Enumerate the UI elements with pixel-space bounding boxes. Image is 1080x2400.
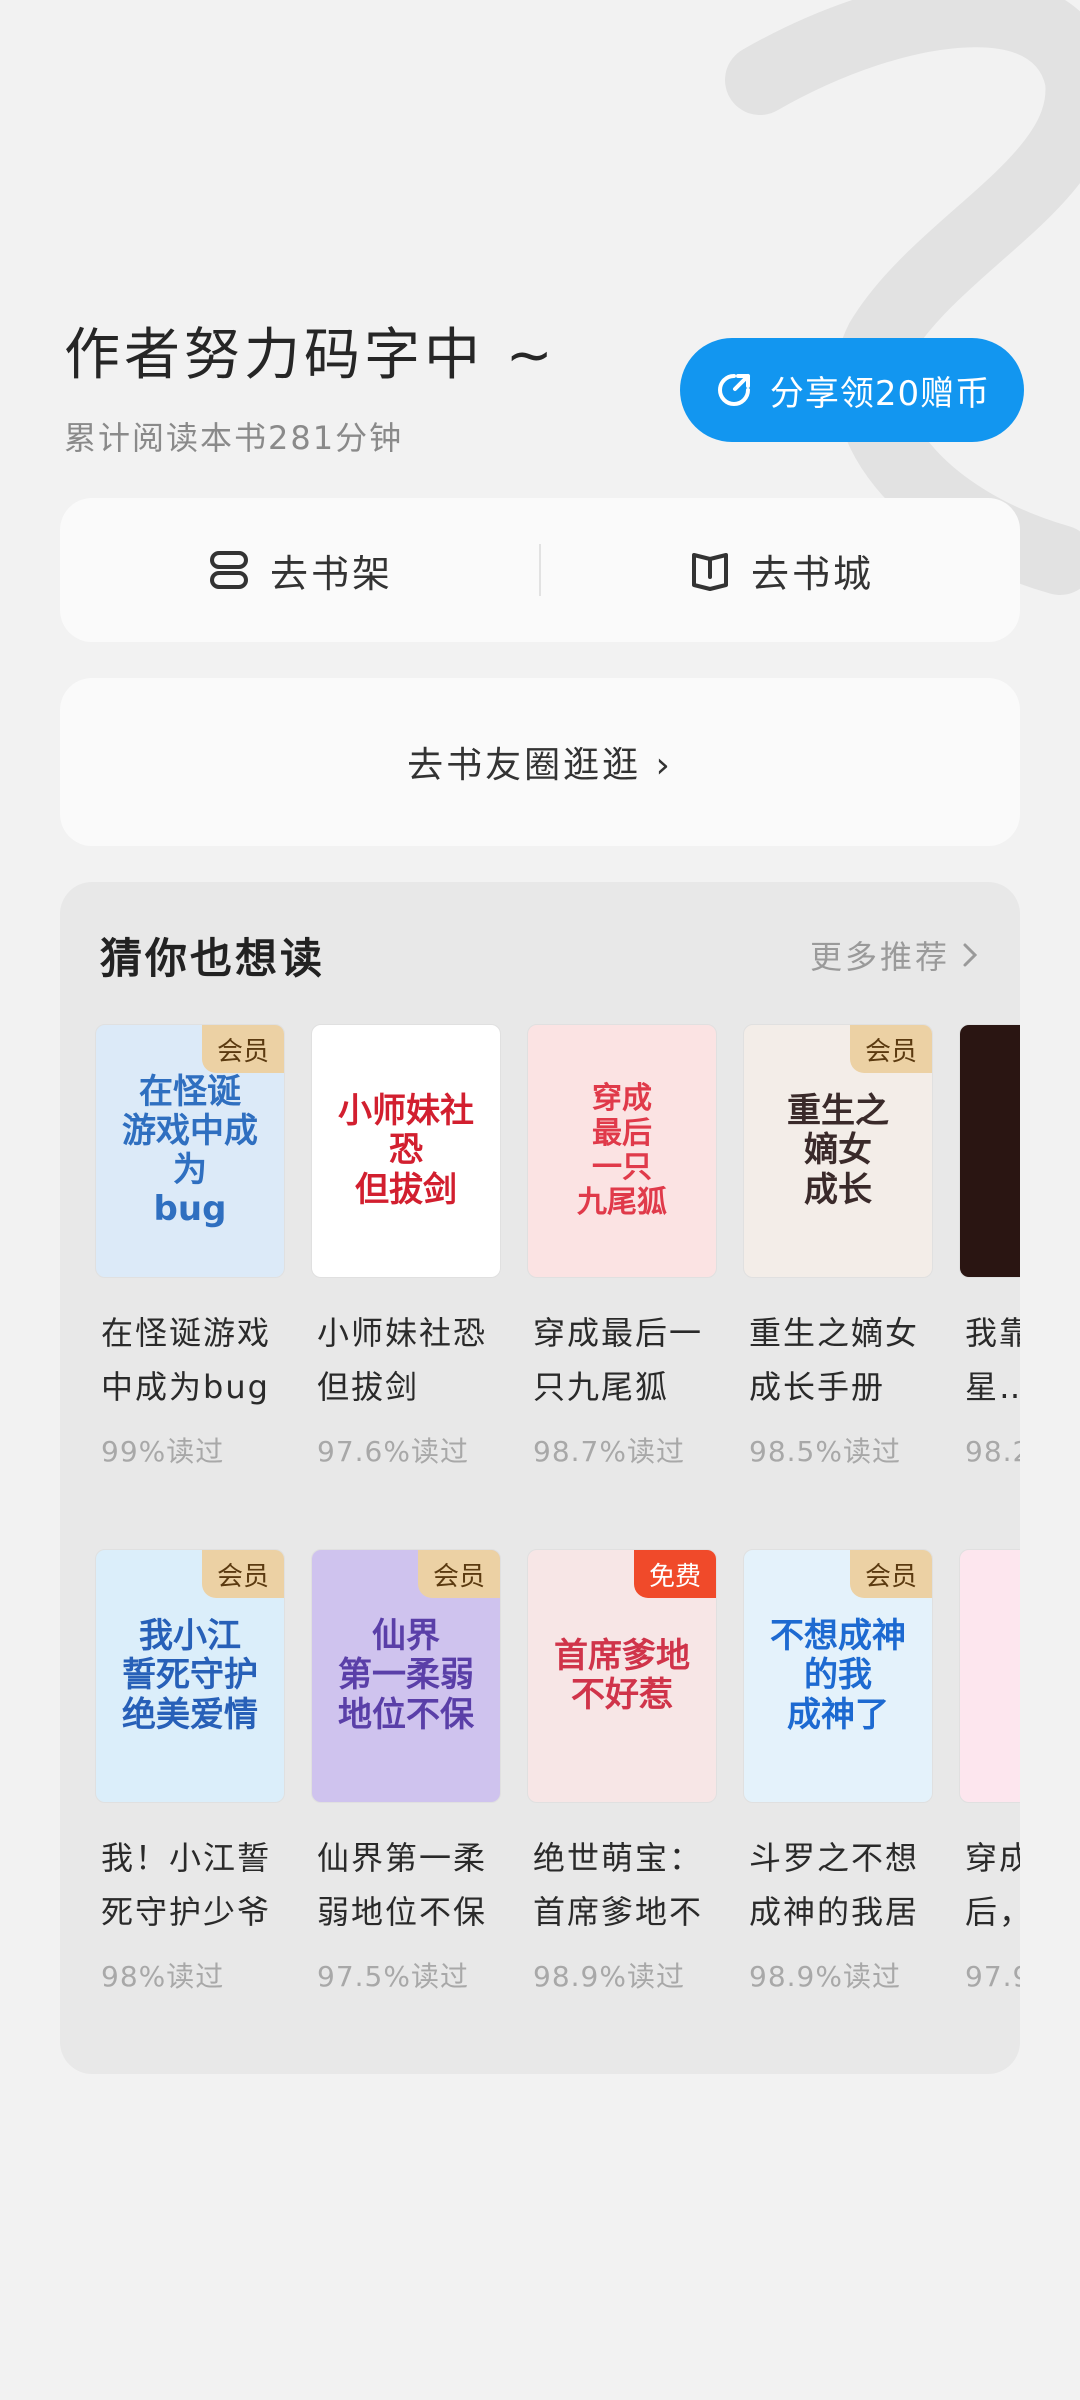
book-title: 在怪诞游戏中成为bug <box>101 1314 272 1406</box>
book-item[interactable]: 仙界 第一柔弱 地位不保 会员仙界第一柔弱地位不保 97.5%读过 <box>311 1549 501 2019</box>
book-item[interactable]: 我斗穿成…后，… 97.9%读过 <box>959 1549 1020 2019</box>
book-item[interactable]: 穿成 最后 一只 九尾狐 穿成最后一只九尾狐 98.7%读过 <box>527 1024 717 1494</box>
book-read-rate: 98.5%读过 <box>749 1435 901 1468</box>
book-read-rate: 97.5%读过 <box>317 1960 469 1993</box>
member-badge: 会员 <box>202 1025 284 1073</box>
book-cover[interactable]: 不想成神 的我 成神了 会员 <box>743 1549 933 1803</box>
book-title: 仙界第一柔弱地位不保 <box>317 1839 488 1931</box>
more-recommend-link[interactable]: 更多推荐 <box>810 932 980 978</box>
book-row: 我小江 誓死守护 绝美爱情 会员 我！小江誓死守护少爷 98%读过 仙界 第一柔弱 地位不保 会员… <box>95 1549 1020 2019</box>
book-title: 斗罗之不想成神的我居然成神了 <box>749 1839 920 1931</box>
book-read-rate: 98.9%读过 <box>533 1960 685 1993</box>
book-read-rate: 97.9%读过 <box>965 1960 1020 1993</box>
go-bookstore-button[interactable]: 去书城 <box>541 543 1020 598</box>
book-cover-art: 我斗 <box>960 1550 1020 1802</box>
bookshelf-icon <box>209 551 248 589</box>
recommend-section: 猜你也想读 更多推荐 在怪诞 游戏中成为 bug 会员在怪诞游戏中成为bug 99%读过… <box>60 882 1020 2074</box>
book-item[interactable]: 小师妹社恐 但拔剑 小师妹社恐但拔剑 97.6%读过 <box>311 1024 501 1494</box>
book-item[interactable]: 星我靠…了星… 98.2%读过 <box>959 1024 1020 1494</box>
book-icon <box>691 553 728 591</box>
book-cover-art: 星 <box>960 1025 1020 1277</box>
go-bookstore-label: 去书城 <box>750 551 874 596</box>
book-read-rate: 98%读过 <box>101 1960 225 1993</box>
book-item[interactable]: 不想成神的我成神了会员斗罗之不想成神的我居然成神了 98.9%读过 <box>743 1549 933 2019</box>
book-read-rate: 97.6%读过 <box>317 1435 469 1468</box>
member-badge: 会员 <box>418 1550 500 1598</box>
book-cover[interactable]: 在怪诞 游戏中成为 bug 会员 <box>95 1024 285 1278</box>
book-title: 重生之嫡女成长手册 <box>749 1314 920 1406</box>
book-cover[interactable]: 重生之 嫡女 成长 会员 <box>743 1024 933 1278</box>
share-button-label: 分享领20赠币 <box>769 373 991 414</box>
book-title: 小师妹社恐但拔剑 <box>317 1314 488 1406</box>
member-badge: 会员 <box>850 1025 932 1073</box>
book-read-rate: 98.9%读过 <box>749 1960 901 1993</box>
book-item[interactable]: 我小江 誓死守护 绝美爱情 会员我！小江誓死守护少爷 98%读过 <box>95 1549 285 2019</box>
recommend-title: 猜你也想读 <box>100 933 326 983</box>
more-recommend-label: 更多推荐 <box>809 938 950 976</box>
nav-card: 去书架 去书城 <box>60 498 1020 642</box>
book-row: 在怪诞 游戏中成为 bug 会员 在怪诞游戏中成为bug 99%读过 小师妹社恐 但拔剑 小师妹… <box>95 1024 1020 1494</box>
free-badge: 免费 <box>634 1550 716 1598</box>
book-circle-label: 去书友圈逛逛 › <box>407 745 673 786</box>
book-read-rate: 99%读过 <box>101 1435 225 1468</box>
book-cover[interactable]: 仙界 第一柔弱 地位不保 会员 <box>311 1549 501 1803</box>
book-read-rate: 98.2%读过 <box>965 1435 1020 1468</box>
reading-header: 作者努力码字中 ~ 累计阅读本书281分钟 分享领20赠币 <box>64 310 1024 470</box>
book-circle-link[interactable]: 去书友圈逛逛 › <box>60 678 1020 846</box>
book-cover[interactable]: 首席爹地 不好惹 免费 <box>527 1549 717 1803</box>
chevron-right-icon <box>963 943 978 967</box>
book-cover[interactable]: 小师妹社恐 但拔剑 <box>311 1024 501 1278</box>
book-cover[interactable]: 穿成 最后 一只 九尾狐 <box>527 1024 717 1278</box>
share-icon <box>717 374 750 406</box>
recommend-header: 猜你也想读 更多推荐 <box>100 920 980 990</box>
book-cover[interactable]: 星 <box>959 1024 1020 1278</box>
book-cover[interactable]: 我斗 <box>959 1549 1020 1803</box>
book-item[interactable]: 在怪诞 游戏中成为 bug 会员在怪诞游戏中成为bug 99%读过 <box>95 1024 285 1494</box>
book-cover-art: 穿成 最后 一只 九尾狐 <box>577 1081 667 1220</box>
member-badge: 会员 <box>850 1550 932 1598</box>
book-item[interactable]: 首席爹地不好惹免费绝世萌宝：首席爹地不好惹 98.9%读过 <box>527 1549 717 2019</box>
book-cover[interactable]: 我小江 誓死守护 绝美爱情 会员 <box>95 1549 285 1803</box>
book-cover-art: 小师妹社恐 但拔剑 <box>338 1091 474 1210</box>
book-read-rate: 98.7%读过 <box>533 1435 685 1468</box>
book-title: 穿成…后，… <box>965 1839 1020 1931</box>
book-item[interactable]: 重生之 嫡女 成长 会员重生之嫡女成长手册 98.5%读过 <box>743 1024 933 1494</box>
go-bookshelf-button[interactable]: 去书架 <box>60 543 539 598</box>
book-title: 我！小江誓死守护少爷 <box>101 1839 272 1931</box>
book-title: 我靠…了星… <box>965 1314 1020 1406</box>
book-title: 绝世萌宝：首席爹地不好惹 <box>533 1839 704 1931</box>
book-title: 穿成最后一只九尾狐 <box>533 1314 704 1406</box>
member-badge: 会员 <box>202 1550 284 1598</box>
go-bookshelf-label: 去书架 <box>269 551 393 596</box>
share-button[interactable]: 分享领20赠币 <box>680 338 1024 442</box>
